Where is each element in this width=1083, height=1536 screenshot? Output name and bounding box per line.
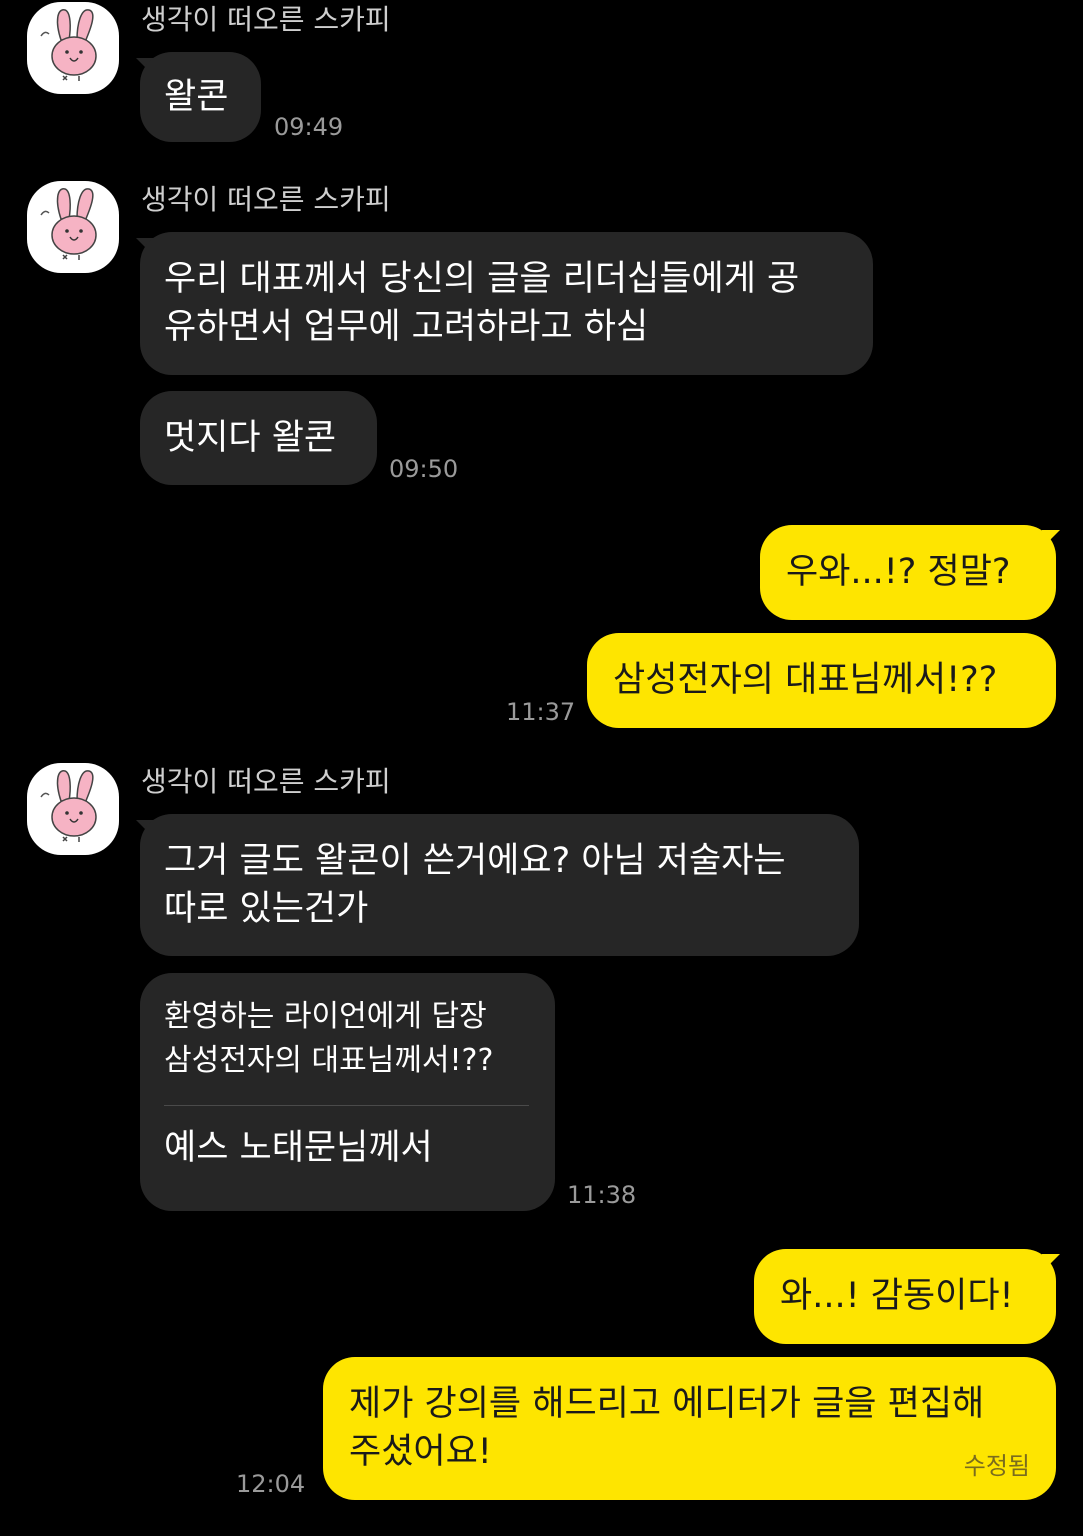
message-text: 예스 노태문님께서	[164, 1128, 433, 1168]
message-timestamp: 12:04	[236, 1470, 306, 1498]
edited-label: 수정됨	[963, 1452, 1030, 1480]
message-timestamp: 11:38	[567, 1181, 637, 1209]
message-bubble[interactable]: 그거 글도 왈콘이 쓴거에요? 아님 저술자는 따로 있는건가	[140, 814, 859, 956]
message-timestamp: 09:49	[274, 113, 344, 141]
message-bubble[interactable]: 삼성전자의 대표님께서!??	[587, 633, 1056, 728]
avatar-icon[interactable]	[27, 2, 119, 94]
message-text-line: 우리 대표께서 당신의 글을 리더십들에게 공	[164, 259, 800, 299]
message-text: 왈콘	[164, 77, 229, 117]
reply-quote-text: 삼성전자의 대표님께서!??	[164, 1043, 494, 1078]
reply-quote-header[interactable]: 환영하는 라이언에게 답장	[164, 995, 529, 1039]
reply-divider	[164, 1105, 529, 1106]
message-bubble[interactable]: 멋지다 왈콘	[140, 391, 377, 485]
message-timestamp: 09:50	[389, 455, 459, 483]
message-text: 와...! 감동이다!	[780, 1276, 1014, 1316]
message-text-line: 제가 강의를 해드리고 에디터가 글을 편집해	[349, 1384, 985, 1424]
message-text-line: 그거 글도 왈콘이 쓴거에요? 아님 저술자는	[164, 841, 786, 881]
message-bubble[interactable]: 우리 대표께서 당신의 글을 리더십들에게 공 유하면서 업무에 고려하라고 하…	[140, 232, 873, 375]
message-bubble[interactable]: 제가 강의를 해드리고 에디터가 글을 편집해 주셨어요! 수정됨	[323, 1357, 1056, 1500]
avatar-icon[interactable]	[27, 181, 119, 273]
message-text: 멋지다 왈콘	[164, 418, 337, 458]
message-timestamp: 11:37	[506, 698, 576, 726]
message-text-line: 따로 있는건가	[164, 889, 369, 929]
message-bubble[interactable]: 왈콘	[140, 52, 261, 142]
avatar-icon[interactable]	[27, 763, 119, 855]
reply-message-bubble[interactable]: 환영하는 라이언에게 답장 삼성전자의 대표님께서!?? 예스 노태문님께서	[140, 973, 555, 1211]
message-text-line: 주셨어요!	[349, 1432, 492, 1472]
sender-name: 생각이 떠오른 스카피	[141, 765, 391, 798]
message-text-line: 유하면서 업무에 고려하라고 하심	[164, 307, 649, 347]
message-bubble[interactable]: 와...! 감동이다!	[754, 1249, 1056, 1344]
message-text: 삼성전자의 대표님께서!??	[613, 660, 998, 700]
sender-name: 생각이 떠오른 스카피	[141, 183, 391, 216]
sender-name: 생각이 떠오른 스카피	[141, 3, 391, 36]
message-text: 우와...!? 정말?	[786, 552, 1011, 592]
message-bubble[interactable]: 우와...!? 정말?	[760, 525, 1056, 620]
